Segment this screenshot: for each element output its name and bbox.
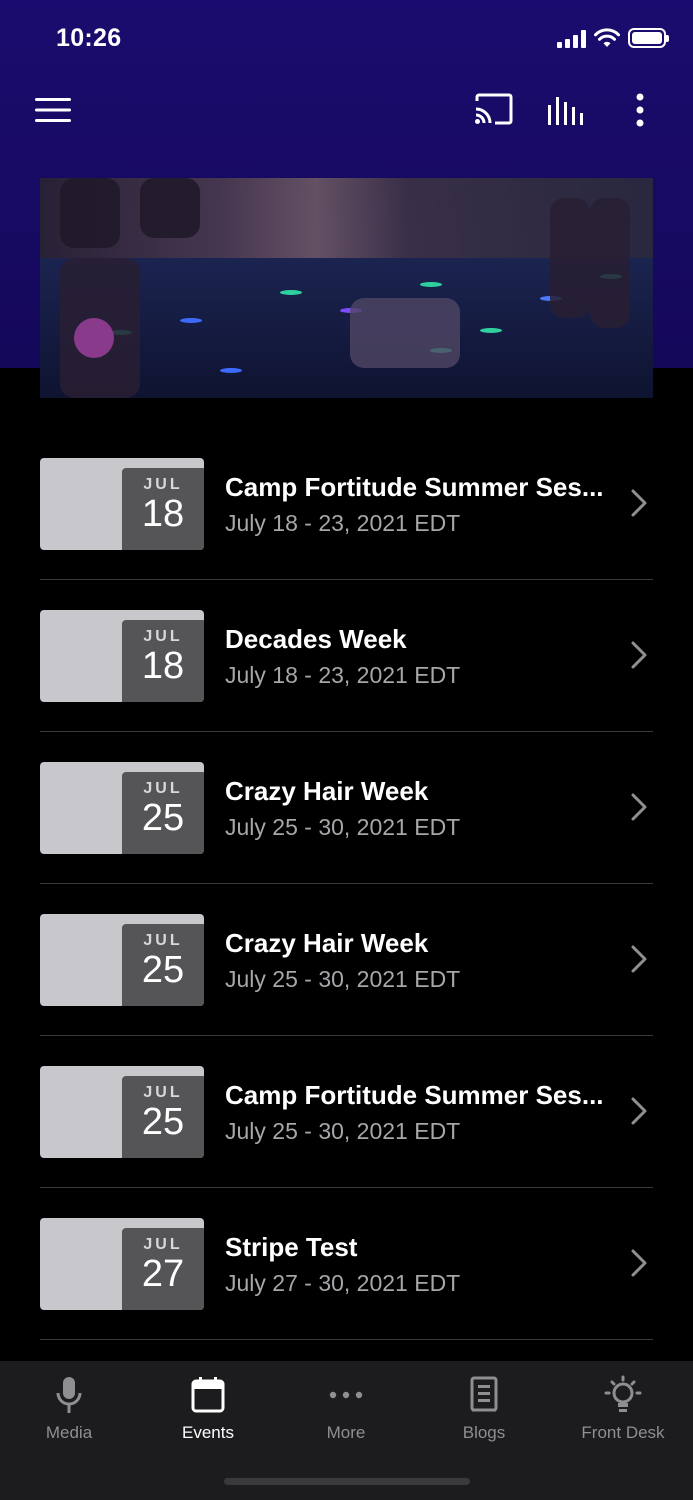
hero-image [40,178,653,398]
event-row[interactable]: JUL 25 Crazy Hair Week July 25 - 30, 202… [40,732,653,884]
event-thumbnail: JUL 18 [40,610,204,702]
event-dates: July 27 - 30, 2021 EDT [225,1270,461,1296]
tab-front-desk[interactable]: Front Desk [563,1373,683,1443]
event-day: 25 [141,949,185,991]
event-row[interactable]: JUL 25 Camp Fortitude Summer Ses... July… [40,1036,653,1188]
event-row[interactable]: JUL 25 Crazy Hair Week July 25 - 30, 202… [40,884,653,1036]
event-day: 18 [141,645,185,687]
event-title: Camp Fortitude Summer Ses... [225,1080,604,1110]
event-thumbnail: JUL 25 [40,914,204,1006]
chevron-right-icon [631,1249,647,1277]
event-month: JUL [143,780,183,797]
event-month: JUL [143,476,183,493]
event-thumbnail: JUL 25 [40,762,204,854]
event-dates: July 25 - 30, 2021 EDT [225,814,461,840]
chevron-right-icon [631,1097,647,1125]
date-badge: JUL 25 [122,1076,204,1158]
wifi-icon [594,28,620,47]
event-row[interactable]: JUL 18 Camp Fortitude Summer Ses... July… [40,428,653,580]
tab-more[interactable]: More [286,1373,406,1443]
event-day: 25 [141,1101,185,1143]
cellular-signal-icon [557,30,587,48]
chevron-right-icon [631,641,647,669]
event-dates: July 18 - 23, 2021 EDT [225,510,461,536]
date-badge: JUL 25 [122,924,204,1006]
event-list: JUL 18 Camp Fortitude Summer Ses... July… [40,428,653,1340]
event-dates: July 25 - 30, 2021 EDT [225,966,461,992]
home-indicator [224,1478,470,1485]
event-day: 18 [141,493,185,535]
calendar-icon [148,1373,268,1417]
event-month: JUL [143,1084,183,1101]
event-title: Crazy Hair Week [225,928,429,958]
tab-events[interactable]: Events [148,1373,268,1443]
vertical-ellipsis-icon[interactable] [620,88,660,132]
top-toolbar [0,82,693,140]
date-badge: JUL 27 [122,1228,204,1310]
event-title: Camp Fortitude Summer Ses... [225,472,604,502]
event-row[interactable]: JUL 27 Stripe Test July 27 - 30, 2021 ED… [40,1188,653,1340]
status-time: 10:26 [56,24,122,52]
event-title: Stripe Test [225,1232,358,1262]
event-thumbnail: JUL 27 [40,1218,204,1310]
event-month: JUL [143,628,183,645]
event-day: 25 [141,797,185,839]
chevron-right-icon [631,945,647,973]
date-badge: JUL 18 [122,468,204,550]
status-bar: 10:26 [0,0,693,78]
lightbulb-icon [563,1373,683,1417]
audio-bars-icon[interactable] [540,88,592,132]
event-day: 27 [141,1253,185,1295]
battery-icon [628,28,669,48]
tab-blogs[interactable]: Blogs [424,1373,544,1443]
newspaper-icon [424,1373,544,1417]
event-row[interactable]: JUL 18 Decades Week July 18 - 23, 2021 E… [40,580,653,732]
hamburger-menu-icon[interactable] [28,90,78,130]
event-month: JUL [143,1236,183,1253]
tab-label: Front Desk [581,1423,665,1442]
event-dates: July 18 - 23, 2021 EDT [225,662,461,688]
event-month: JUL [143,932,183,949]
tab-label: Blogs [462,1423,506,1442]
date-badge: JUL 18 [122,620,204,702]
event-title: Crazy Hair Week [225,776,429,806]
event-thumbnail: JUL 18 [40,458,204,550]
tab-label: More [326,1423,366,1442]
chevron-right-icon [631,793,647,821]
event-dates: July 25 - 30, 2021 EDT [225,1118,461,1144]
horizontal-ellipsis-icon [286,1373,406,1417]
tab-label: Media [45,1423,93,1442]
tab-label: Events [182,1423,234,1442]
microphone-icon [9,1373,129,1417]
event-thumbnail: JUL 25 [40,1066,204,1158]
cast-icon[interactable] [468,88,518,132]
date-badge: JUL 25 [122,772,204,854]
tab-media[interactable]: Media [9,1373,129,1443]
event-title: Decades Week [225,624,407,654]
chevron-right-icon [631,489,647,517]
